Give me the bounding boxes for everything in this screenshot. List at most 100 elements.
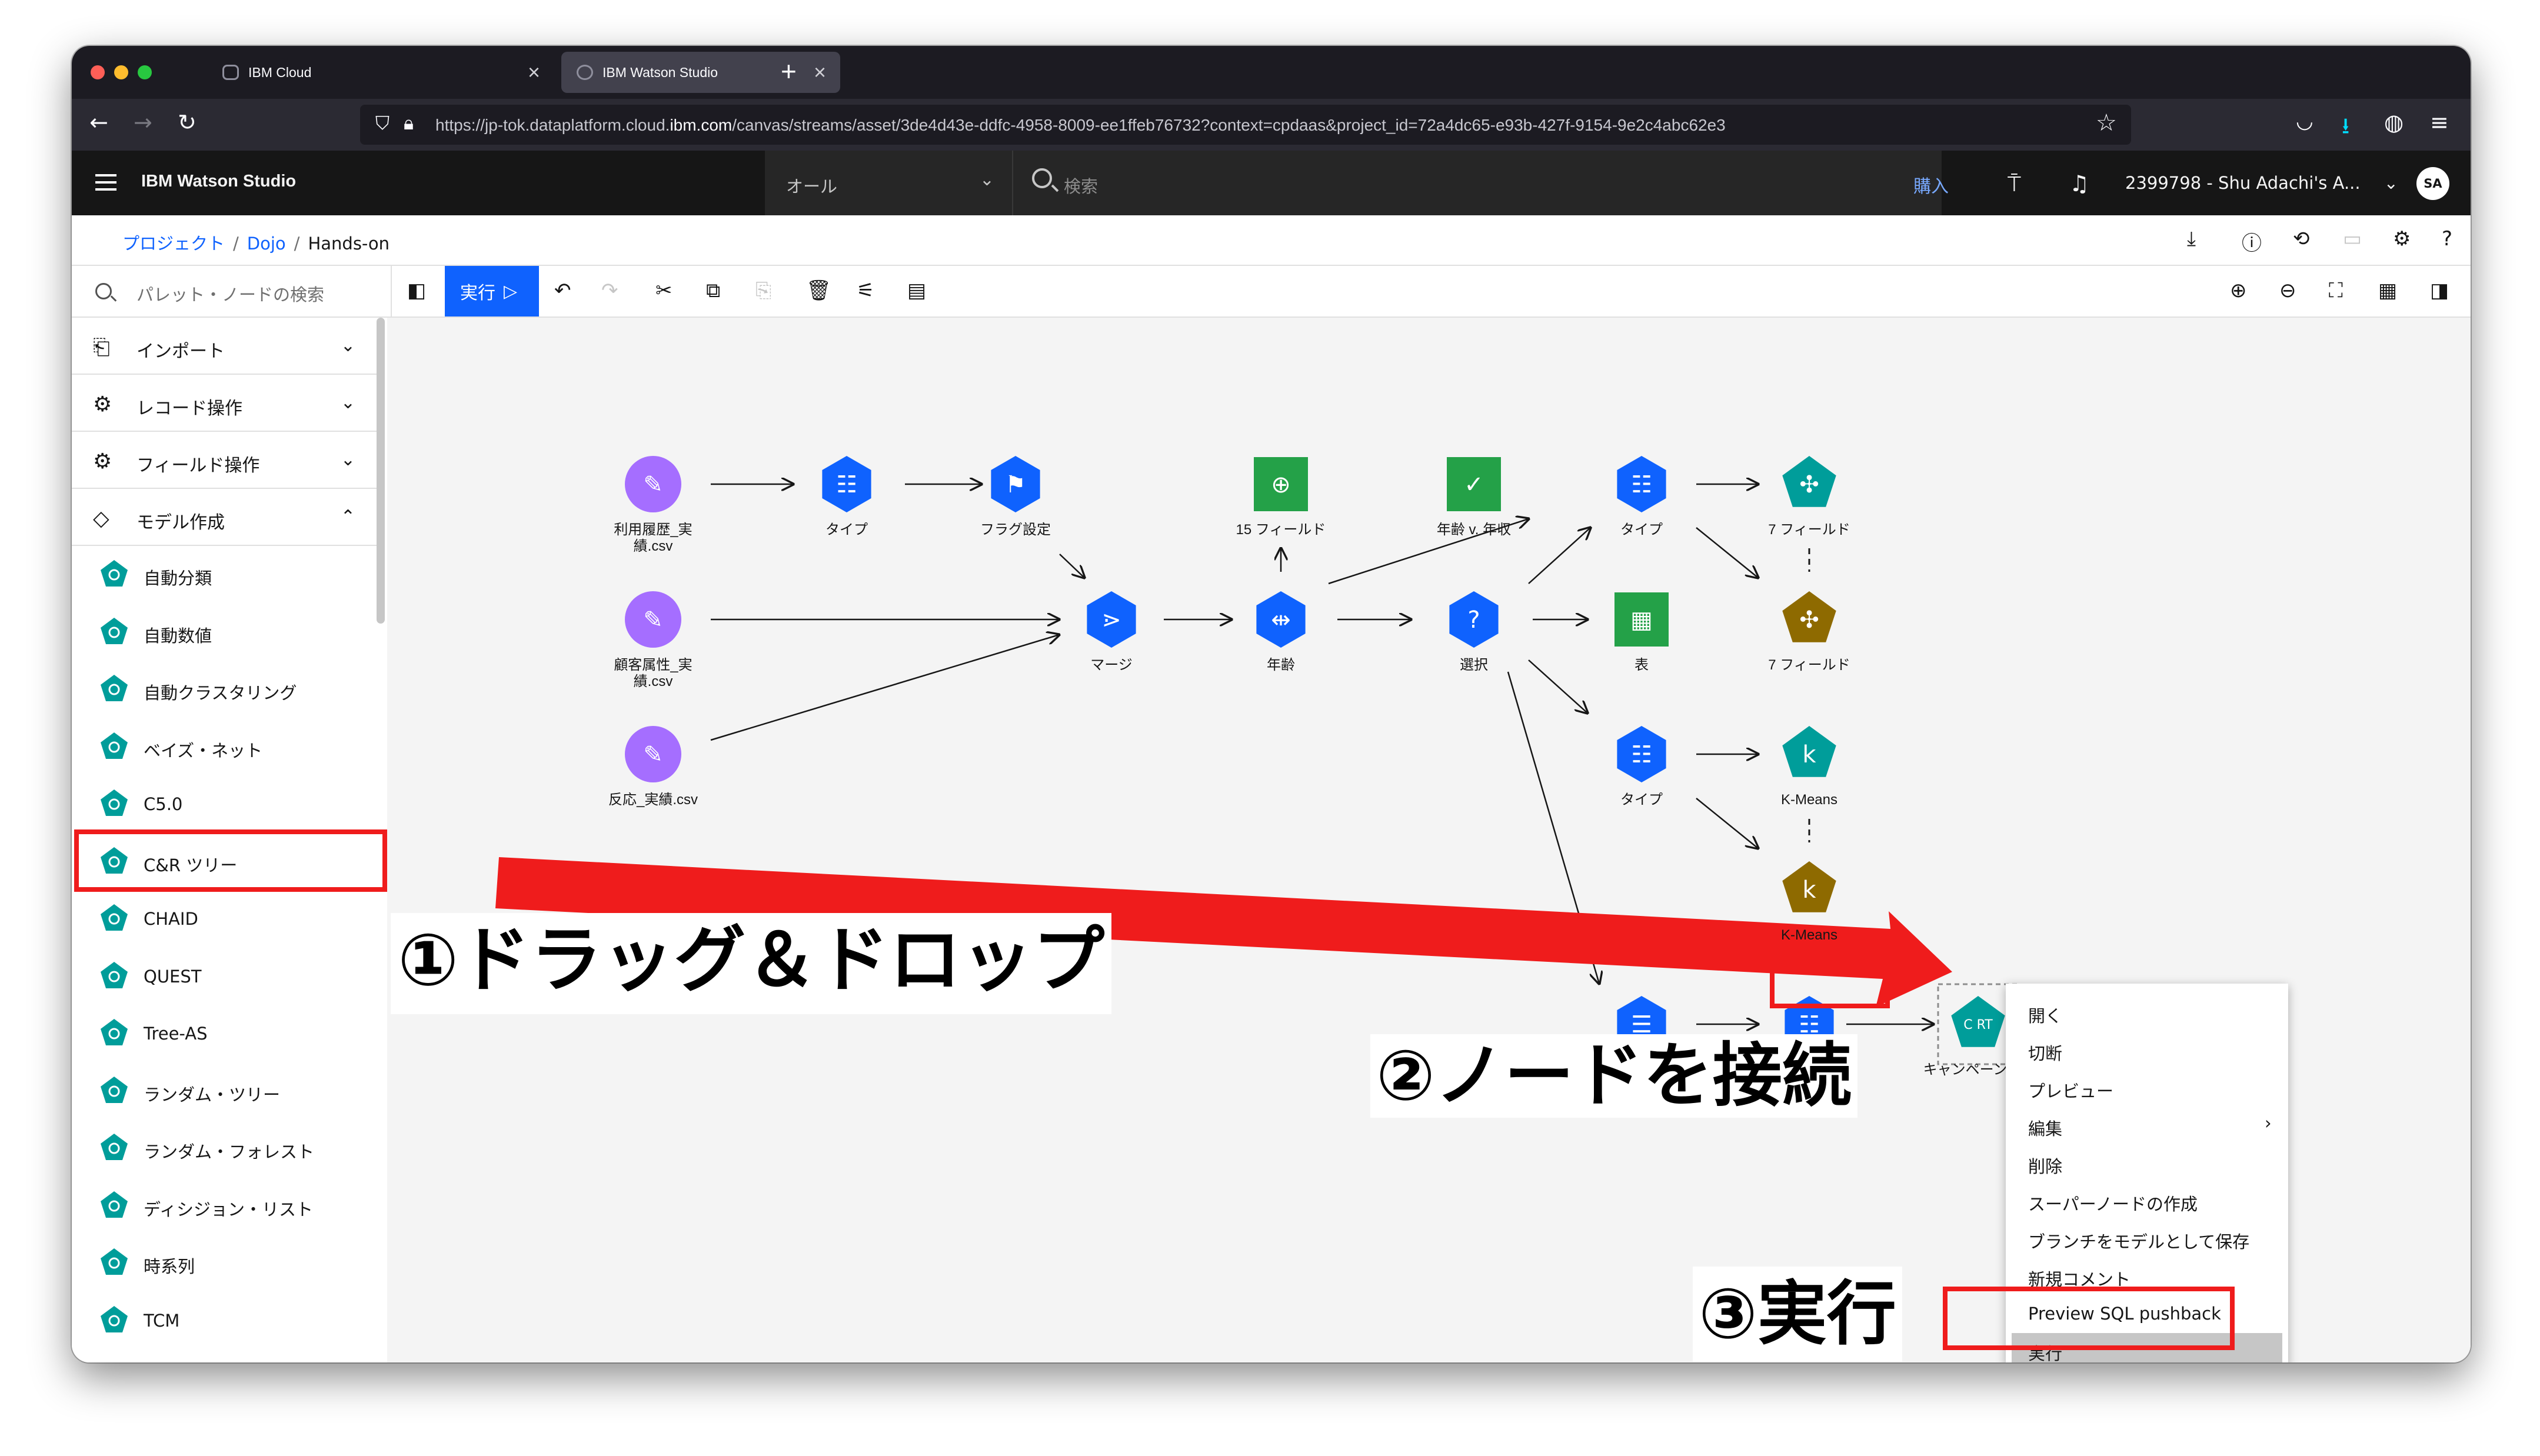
download-icon[interactable]: ⭳	[2342, 109, 2349, 148]
url-bar[interactable]: ⛉ 🔒︎ https://jp-tok.dataplatform.cloud.i…	[360, 105, 2131, 145]
node-fields15[interactable]: ⊕	[1254, 457, 1308, 511]
category-record-ops[interactable]: ⚙ レコード操作 ⌄	[72, 375, 377, 432]
toggle-palette-icon[interactable]: ◧	[407, 279, 426, 302]
help-icon[interactable]: ?	[2442, 227, 2452, 251]
palette-item-9[interactable]: ランダム・ツリー	[72, 1062, 377, 1120]
category-label: レコード操作	[137, 398, 242, 419]
avatar[interactable]: SA	[2416, 167, 2449, 200]
menu-item-save-branch[interactable]: ブランチをモデルとして保存	[2028, 1228, 2249, 1253]
menu-item-preview[interactable]: プレビュー	[2028, 1078, 2113, 1102]
node-type1[interactable]: ☷	[822, 456, 871, 512]
palette-item-7[interactable]: QUEST	[72, 948, 377, 1005]
download-icon[interactable]: ⤓	[2187, 227, 2196, 251]
menu-icon[interactable]: ≡	[2430, 109, 2449, 135]
minimize-window-icon[interactable]	[114, 65, 128, 79]
zoom-out-icon[interactable]: ⊖	[2279, 279, 2296, 302]
fit-to-screen-icon[interactable]: ⛶	[2329, 279, 2343, 302]
zoom-in-icon[interactable]: ⊕	[2230, 279, 2247, 302]
extension-icon[interactable]: ◍	[2384, 109, 2403, 135]
node-response[interactable]: ✎	[625, 726, 681, 782]
flow-link[interactable]	[1059, 554, 1084, 578]
notification-icon[interactable]: ♫	[2069, 171, 2089, 196]
node-ageincome[interactable]: ✓	[1447, 457, 1501, 511]
app-brand[interactable]: IBM Watson Studio	[141, 172, 296, 191]
new-tab-icon[interactable]: +	[781, 55, 797, 87]
palette-item-8[interactable]: Tree-AS	[72, 1005, 377, 1062]
node-type3[interactable]: ☷	[1617, 726, 1666, 782]
svg-text:?: ?	[1467, 607, 1480, 634]
palette-item-0[interactable]: 自動分類	[72, 546, 377, 603]
copy-icon[interactable]: ⧉	[706, 279, 720, 302]
lock-icon[interactable]: 🔒︎	[404, 112, 414, 135]
palette-item-4[interactable]: C5.0	[72, 775, 377, 832]
palette-item-2[interactable]: 自動クラスタリング	[72, 661, 377, 718]
hamburger-icon[interactable]	[95, 174, 116, 191]
undo-icon[interactable]: ↶	[554, 279, 571, 302]
reload-icon[interactable]: ↻	[178, 109, 197, 135]
close-tab-icon[interactable]: ×	[814, 60, 826, 85]
side-panel-icon[interactable]: ◨	[2430, 279, 2449, 302]
star-icon[interactable]: ☆	[2096, 109, 2117, 136]
run-button[interactable]: 実行 ▷	[445, 266, 539, 316]
forward-icon[interactable]: →	[134, 109, 152, 135]
close-tab-icon[interactable]: ×	[528, 60, 540, 85]
node-label-response: 反応_実績.csv	[608, 792, 698, 808]
node-kmeans[interactable]: k	[1782, 726, 1836, 777]
node-fields7b[interactable]: ✣	[1782, 591, 1836, 642]
redo-icon[interactable]: ↷	[601, 279, 618, 302]
palette-item-13[interactable]: TCM	[72, 1292, 377, 1349]
map-icon[interactable]: ▦	[2378, 279, 2397, 302]
close-window-icon[interactable]	[91, 65, 105, 79]
node-customer[interactable]: ✎	[625, 591, 681, 648]
palette-item-3[interactable]: ベイズ・ネット	[72, 718, 377, 775]
pocket-icon[interactable]: ◡	[2296, 109, 2313, 133]
account-switcher[interactable]: 2399798 - Shu Adachi's A... ⌄	[2125, 173, 2398, 193]
info-icon[interactable]: ⓘ	[2242, 227, 2262, 256]
node-usage[interactable]: ✎	[625, 456, 681, 512]
signpost-icon[interactable]: ⍑	[2008, 171, 2021, 197]
menu-item-edit[interactable]: 編集	[2028, 1115, 2062, 1140]
category-modeling[interactable]: ◇ モデル作成 ⌃	[72, 489, 377, 546]
save-icon[interactable]: ▤	[907, 279, 926, 302]
settings-icon[interactable]: ⚙	[2393, 227, 2411, 251]
global-search[interactable]: 検索	[1012, 151, 1942, 215]
palette-scrollbar[interactable]	[377, 318, 385, 624]
node-select[interactable]: ?	[1449, 591, 1499, 648]
node-type2[interactable]: ☷	[1617, 456, 1666, 512]
node-merge[interactable]: ⋗	[1087, 591, 1136, 648]
category-import[interactable]: ⎗ インポート ⌄	[72, 318, 377, 375]
buy-link[interactable]: 購入	[1913, 172, 1949, 198]
palette-search-input[interactable]: パレット・ノードの検索	[72, 266, 392, 316]
comment-icon[interactable]: ▭	[2343, 227, 2362, 251]
tab-watson-studio[interactable]: IBM Watson Studio ×	[561, 52, 840, 93]
node-flag[interactable]: ⚑	[991, 456, 1040, 512]
palette-item-10[interactable]: ランダム・フォレスト	[72, 1120, 377, 1177]
breadcrumb-project[interactable]: プロジェクト	[122, 234, 225, 254]
url-text[interactable]: https://jp-tok.dataplatform.cloud.ibm.co…	[435, 116, 1726, 135]
palette-item-1[interactable]: 自動数値	[72, 604, 377, 661]
menu-item-open[interactable]: 開く	[2028, 1002, 2062, 1027]
delete-icon[interactable]: 🗑︎	[806, 279, 831, 302]
history-icon[interactable]: ⟲	[2293, 227, 2310, 251]
breadcrumb-dojo[interactable]: Dojo	[247, 234, 286, 254]
tab-ibm-cloud[interactable]: IBM Cloud ×	[207, 52, 554, 93]
back-icon[interactable]: ←	[89, 109, 108, 135]
settings-sliders-icon[interactable]: ⚟	[857, 279, 874, 302]
shield-icon[interactable]: ⛉	[375, 112, 390, 135]
palette-item-11[interactable]: ディシジョン・リスト	[72, 1177, 377, 1234]
node-kmeans_model[interactable]: k	[1782, 861, 1836, 912]
node-table[interactable]: ▦	[1614, 592, 1669, 647]
paste-icon[interactable]: ⎘	[755, 279, 771, 302]
menu-item-create-supernode[interactable]: スーパーノードの作成	[2028, 1191, 2198, 1215]
palette-item-6[interactable]: CHAID	[72, 890, 377, 947]
cut-icon[interactable]: ✂	[655, 279, 673, 302]
category-field-ops[interactable]: ⚙ フィールド操作 ⌄	[72, 432, 377, 489]
palette-item-12[interactable]: 時系列	[72, 1234, 377, 1291]
flow-link[interactable]	[710, 635, 1059, 741]
node-age[interactable]: ⇹	[1256, 591, 1306, 648]
scope-dropdown[interactable]: オール ⌄	[765, 151, 1012, 215]
menu-item-delete[interactable]: 削除	[2028, 1153, 2062, 1178]
node-fields7a[interactable]: ✣	[1782, 456, 1836, 507]
maximize-window-icon[interactable]	[138, 65, 152, 79]
menu-item-disconnect[interactable]: 切断	[2028, 1040, 2062, 1065]
